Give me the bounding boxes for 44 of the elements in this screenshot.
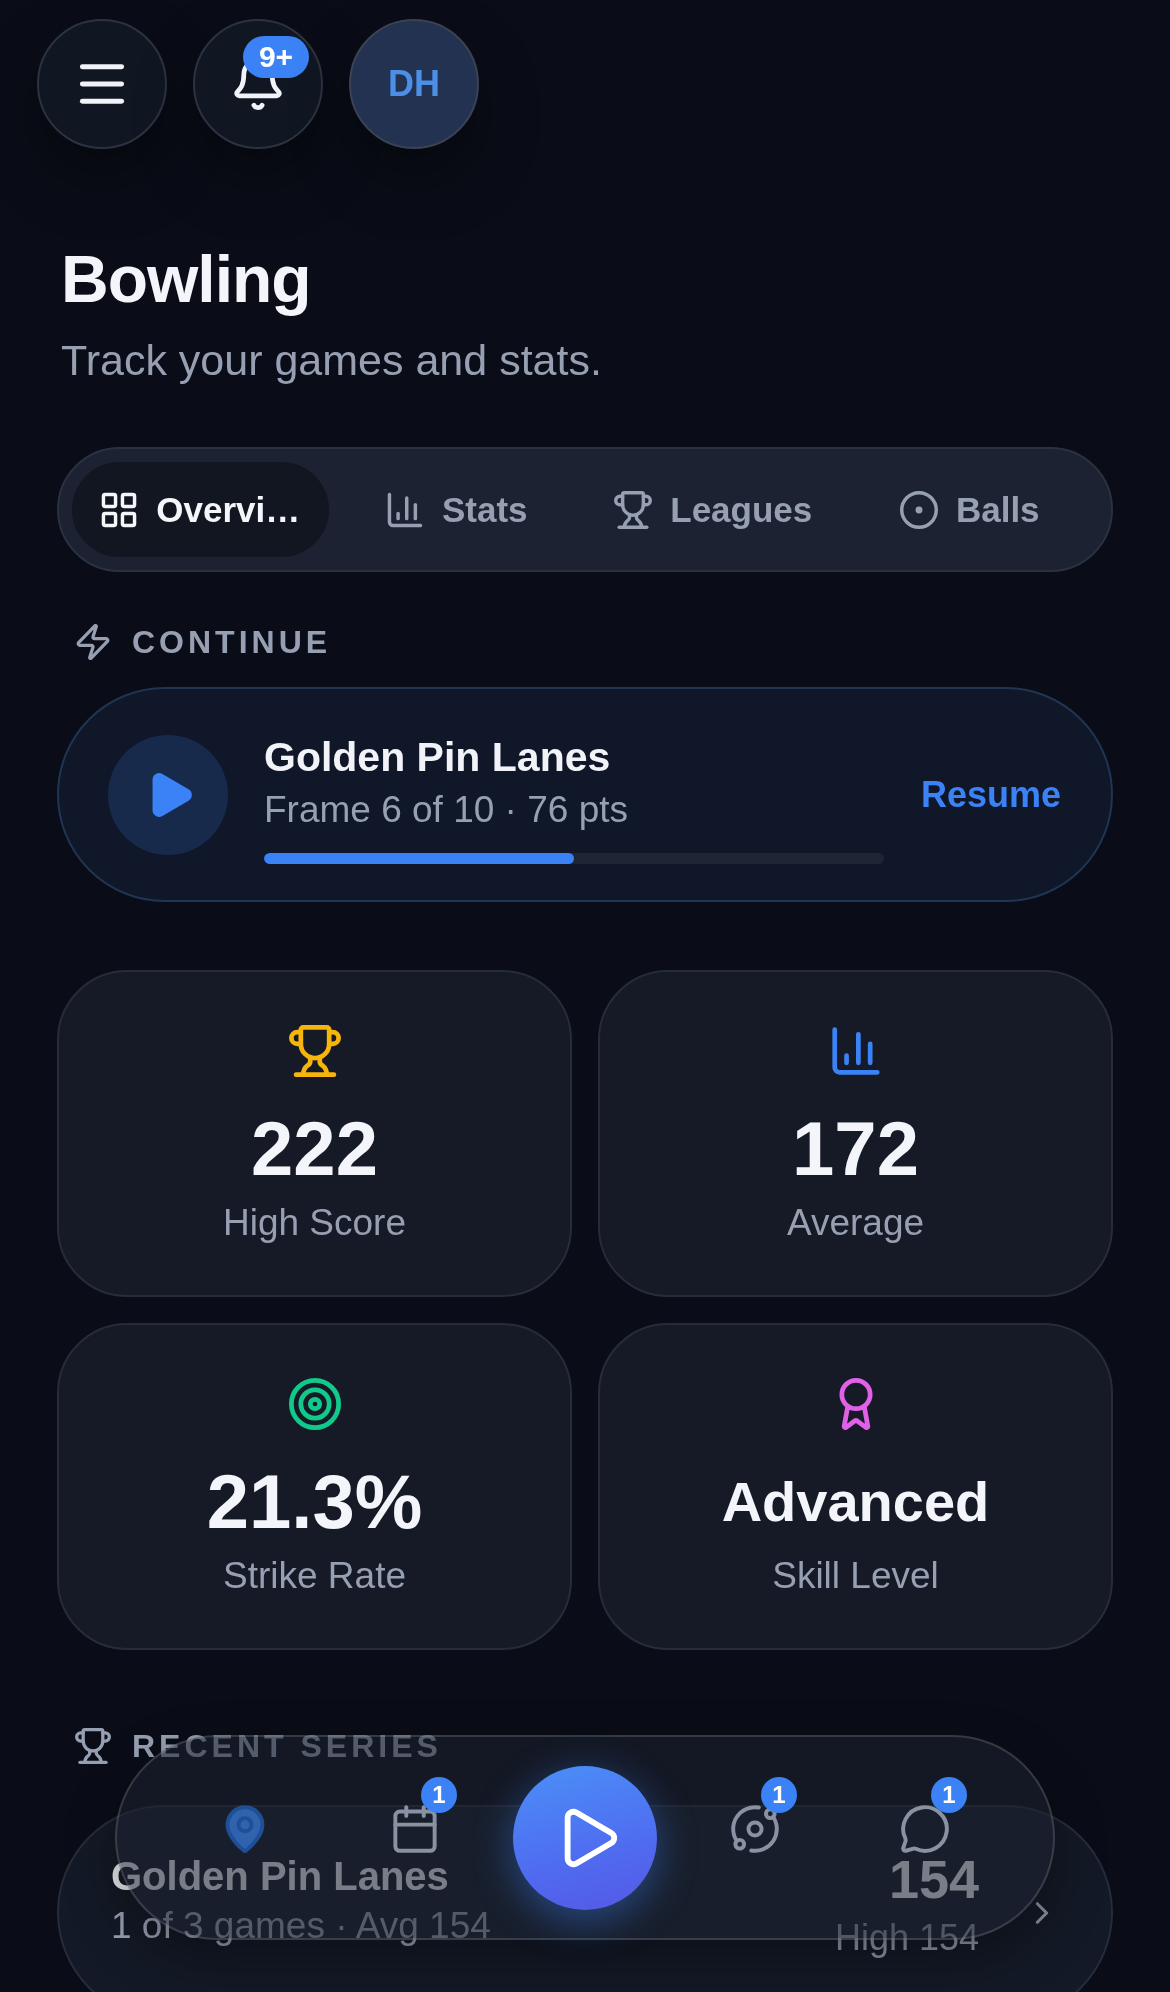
tab[interactable]: Stats	[328, 462, 585, 557]
notifications-button[interactable]: 9+	[193, 19, 323, 149]
count-badge: 1	[761, 1777, 797, 1813]
section-heading: RECENT SERIES	[132, 1728, 442, 1764]
stat-value: 172	[792, 1111, 919, 1187]
stat-label: Skill Level	[772, 1554, 939, 1598]
bar-chart-icon	[385, 490, 424, 529]
series-summary: 1 of 3 games · Avg 154	[111, 1906, 491, 1946]
game-title: Golden Pin Lanes	[264, 734, 611, 780]
page-subtitle: Track your games and stats.	[61, 335, 603, 385]
game-progress-text: Frame 6 of 10 · 76 pts	[264, 789, 628, 831]
stat-value: 21.3%	[206, 1464, 423, 1540]
circle-dot-icon	[899, 490, 938, 529]
tab[interactable]: Leagues	[585, 462, 842, 557]
tab[interactable]: Balls	[841, 462, 1098, 557]
stat-value: 222	[251, 1111, 378, 1187]
stat-label: High Score	[223, 1201, 406, 1245]
nav-button[interactable]	[731, 1805, 779, 1853]
series-high: High 154	[834, 1918, 979, 1958]
chat-bubble-icon	[901, 1805, 949, 1853]
continue-card[interactable]: Golden Pin Lanes Frame 6 of 10 · 76 pts Resume	[57, 687, 1113, 902]
trophy-icon	[614, 490, 653, 529]
series-card[interactable]: Golden Pin Lanes 1 of 3 games · Avg 154 154 High 154	[57, 1805, 1113, 1992]
orbit-icon	[731, 1805, 779, 1853]
trophy-icon	[75, 1728, 111, 1764]
nav-button[interactable]	[901, 1805, 949, 1853]
stat-value: Advanced	[721, 1474, 990, 1530]
grid-icon	[100, 490, 139, 529]
series-title: Golden Pin Lanes	[111, 1856, 449, 1896]
start-game-button[interactable]	[513, 1765, 657, 1910]
stat-label: Strike Rate	[223, 1554, 406, 1598]
resume-link[interactable]: Resume	[920, 773, 1061, 816]
count-badge: 1	[421, 1777, 457, 1813]
page-title: Bowling	[61, 241, 312, 317]
notification-badge: 9+	[243, 36, 309, 78]
count-badge: 1	[931, 1777, 967, 1813]
nav-button[interactable]	[391, 1805, 439, 1853]
calendar-icon	[391, 1805, 439, 1853]
tab[interactable]: Overvi…	[72, 462, 329, 557]
stat-label: Average	[786, 1201, 925, 1245]
section-heading: CONTINUE	[132, 624, 332, 660]
lightning-icon	[75, 624, 111, 660]
series-score: 154	[888, 1856, 979, 1902]
avatar-button[interactable]: DH	[349, 19, 479, 149]
